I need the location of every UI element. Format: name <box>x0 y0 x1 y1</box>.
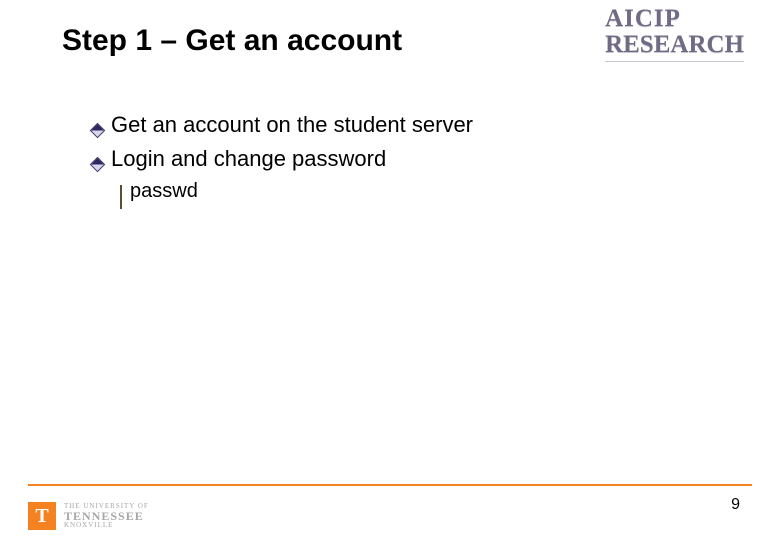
page-number: 9 <box>731 496 740 514</box>
aicip-logo-line2: RESEARCH <box>605 32 744 58</box>
diamond-bullet-icon <box>92 150 103 176</box>
slide: Step 1 – Get an account AICIP RESEARCH G… <box>0 0 780 540</box>
university-line3: KNOXVILLE <box>64 522 149 529</box>
university-logo: THE UNIVERSITY OF TENNESSEE KNOXVILLE <box>28 502 149 530</box>
content-area: Get an account on the student server Log… <box>92 108 720 209</box>
bullet-item: Get an account on the student server <box>92 110 720 142</box>
bullet-text: Get an account on the student server <box>111 110 473 140</box>
sub-bullet-item: passwd <box>120 180 720 209</box>
sub-bullet-text: passwd <box>130 180 198 203</box>
diamond-bullet-icon <box>92 116 103 142</box>
square-bullet-icon <box>120 186 122 209</box>
aicip-logo-line1: AICIP <box>605 6 744 32</box>
university-text: THE UNIVERSITY OF TENNESSEE KNOXVILLE <box>64 503 149 529</box>
bullet-item: Login and change password <box>92 144 720 176</box>
footer-divider <box>28 484 752 486</box>
bullet-text: Login and change password <box>111 144 386 174</box>
ut-mark-icon <box>28 502 56 530</box>
aicip-logo: AICIP RESEARCH <box>605 6 744 62</box>
slide-title: Step 1 – Get an account <box>62 24 402 58</box>
